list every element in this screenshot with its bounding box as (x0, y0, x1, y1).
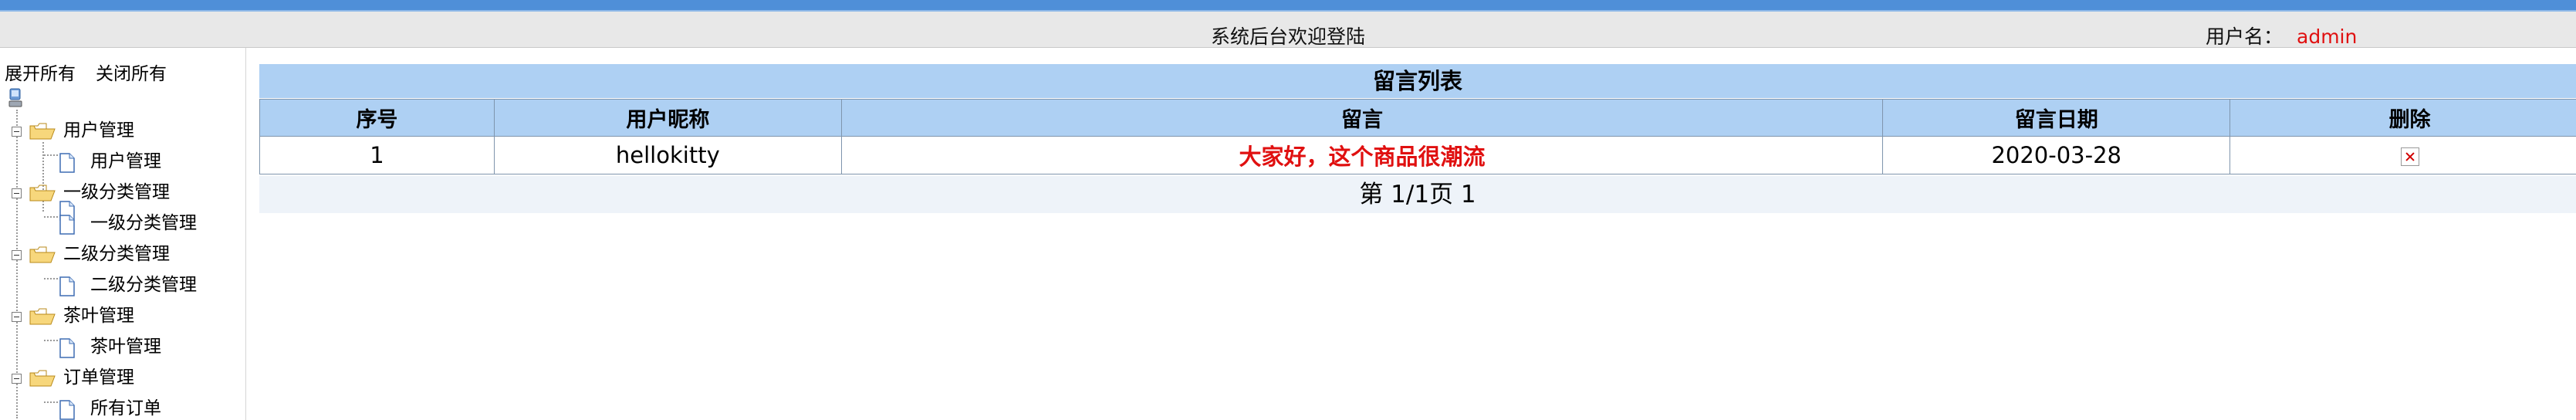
delete-icon[interactable] (2400, 147, 2419, 166)
collapse-box-icon[interactable] (12, 312, 22, 322)
tree-branch-line (44, 401, 58, 403)
tree-branch-line (44, 216, 58, 218)
user-name: admin (2297, 25, 2358, 48)
collapse-box-icon[interactable] (12, 250, 22, 260)
collapse-box-icon[interactable] (12, 127, 22, 137)
page-icon (59, 400, 75, 420)
tree-controls: 展开所有 关闭所有 (5, 59, 187, 85)
expand-all-link[interactable]: 展开所有 (5, 64, 76, 84)
folder-open-icon (29, 246, 56, 263)
header-bar: 系统后台欢迎登陆 用户名： admin (0, 12, 2576, 48)
cell-nickname: hellokitty (493, 136, 842, 174)
tree-group-category1[interactable]: 一级分类管理 (63, 181, 170, 204)
folder-open-icon (29, 123, 56, 140)
table-row: 1 hellokitty 大家好，这个商品很潮流 2020-03-28 (259, 136, 2576, 174)
message-table: 序号 用户昵称 留言 留言日期 删除 1 hellokitty 大家好，这个商品… (259, 99, 2576, 174)
tree-item-user[interactable]: 用户管理 (90, 150, 161, 173)
tree-branch-line (44, 278, 58, 279)
tree-branch-line (44, 340, 58, 341)
tree-group-tea[interactable]: 茶叶管理 (63, 304, 134, 327)
tree-branch-line (44, 154, 58, 156)
folder-open-icon (29, 185, 56, 202)
table-caption: 留言列表 (259, 64, 2576, 98)
page-icon (59, 215, 75, 235)
user-label: 用户名： (2206, 25, 2284, 48)
tree-item-all-orders[interactable]: 所有订单 (90, 397, 161, 420)
tree-group-category2[interactable]: 二级分类管理 (63, 242, 170, 266)
tree-item-category2[interactable]: 二级分类管理 (90, 273, 197, 296)
collapse-box-icon[interactable] (12, 188, 22, 198)
folder-open-icon (29, 370, 56, 387)
tree-group-order[interactable]: 订单管理 (63, 366, 134, 389)
cell-message: 大家好，这个商品很潮流 (840, 136, 1884, 174)
collapse-all-link[interactable]: 关闭所有 (96, 64, 167, 84)
column-header-message: 留言 (840, 99, 1884, 137)
pagination[interactable]: 第 1/1页 1 (259, 176, 2576, 213)
tree-item-category1[interactable]: 一级分类管理 (90, 212, 197, 235)
column-header-nickname: 用户昵称 (493, 99, 842, 137)
welcome-title: 系统后台欢迎登陆 (1210, 25, 1365, 48)
page-icon (59, 276, 75, 296)
column-header-index: 序号 (259, 99, 495, 137)
folder-open-icon (29, 308, 56, 325)
column-header-delete: 删除 (2229, 99, 2576, 137)
sidebar-tree: 展开所有 关闭所有 用户管理 用户管理 一级分类管理 一级分类管理 二级分类管理 … (0, 48, 246, 420)
page-icon (59, 153, 75, 173)
page-icon (59, 338, 75, 358)
cell-delete (2229, 136, 2576, 174)
cell-date: 2020-03-28 (1882, 136, 2231, 174)
computer-icon (8, 88, 22, 107)
tree-trunk-line (16, 110, 18, 418)
collapse-box-icon[interactable] (12, 374, 22, 384)
tree-group-user[interactable]: 用户管理 (63, 119, 134, 142)
column-header-date: 留言日期 (1882, 99, 2231, 137)
top-accent-bar (0, 0, 2576, 12)
tree-item-tea[interactable]: 茶叶管理 (90, 335, 161, 358)
user-info: 用户名： admin (2206, 22, 2357, 49)
table-header-row: 序号 用户昵称 留言 留言日期 删除 (259, 99, 2576, 137)
cell-index: 1 (259, 136, 495, 174)
